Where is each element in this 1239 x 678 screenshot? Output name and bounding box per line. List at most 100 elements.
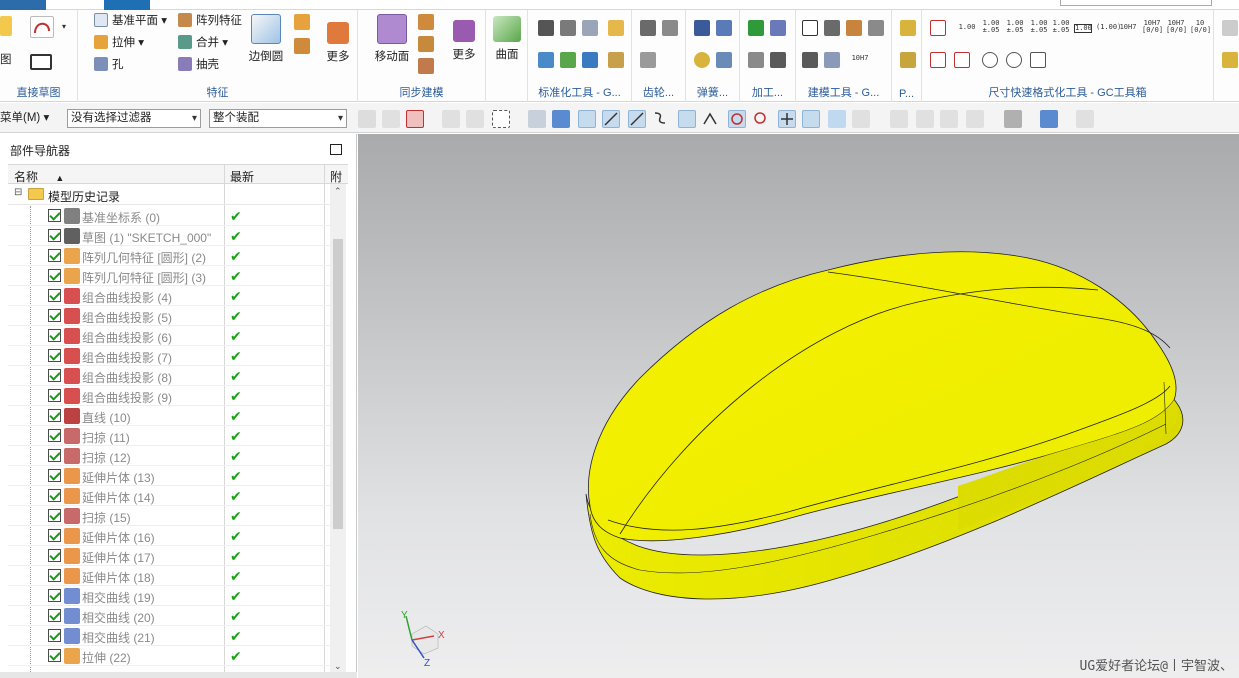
feature-visibility-checkbox[interactable] [48, 209, 61, 222]
table-tool-icon[interactable] [824, 20, 840, 36]
feature-visibility-checkbox[interactable] [48, 549, 61, 562]
dimension-format-icon[interactable] [930, 20, 946, 36]
copy-tool-icon[interactable] [868, 20, 884, 36]
sync-more-button[interactable]: 更多 [446, 20, 482, 62]
diameter-icon-2[interactable] [1006, 52, 1022, 68]
home-tab-active[interactable] [104, 0, 150, 10]
feature-visibility-checkbox[interactable] [48, 569, 61, 582]
feature-row[interactable]: 阵列几何特征 [圆形] (3) ✔ [8, 266, 330, 286]
feature-visibility-checkbox[interactable] [48, 449, 61, 462]
tag-tool-icon[interactable] [846, 20, 862, 36]
format-option[interactable]: 1.00 ±.05 [1030, 20, 1048, 34]
feature-row[interactable]: 草图 (1) "SKETCH_000" ✔ [8, 226, 330, 246]
format-option[interactable]: 1.00 [958, 24, 976, 31]
sketch-star-icon[interactable] [0, 16, 12, 36]
machining-view-icon[interactable] [770, 20, 786, 36]
machining-edit-icon[interactable] [770, 52, 786, 68]
feature-visibility-checkbox[interactable] [48, 609, 61, 622]
collapse-icon[interactable]: ⊟ [14, 187, 22, 198]
point-snap-icon[interactable] [578, 110, 596, 128]
command-search-box[interactable] [1060, 0, 1212, 6]
machining-check-icon[interactable] [748, 20, 764, 36]
feature-visibility-checkbox[interactable] [48, 529, 61, 542]
feature-row[interactable]: 延伸片体 (14) ✔ [8, 486, 330, 506]
format-option[interactable]: 10H7 [0/0] [1166, 20, 1187, 34]
chamfer-icon[interactable] [294, 14, 310, 30]
angle-icon[interactable] [954, 52, 970, 68]
unite-button[interactable]: 合并 ▾ [178, 33, 228, 53]
curve-point-icon[interactable] [652, 110, 670, 128]
feature-visibility-checkbox[interactable] [48, 289, 61, 302]
gear-edit-icon[interactable] [640, 52, 656, 68]
format-option[interactable]: 1.00 [1074, 24, 1092, 33]
feature-row[interactable]: 组合曲线投影 (5) ✔ [8, 306, 330, 326]
gear-build-icon[interactable] [640, 20, 656, 36]
format-option[interactable]: 1.00 ±.05 [982, 20, 1000, 34]
sketch-curve-icon[interactable] [30, 16, 54, 38]
import-tool-icon[interactable] [538, 52, 554, 68]
export-tool-icon[interactable] [560, 52, 576, 68]
navigator-scrollbar[interactable]: ⌃ ⌄ [330, 184, 346, 674]
feature-row[interactable]: 组合曲线投影 (9) ✔ [8, 386, 330, 406]
format-option[interactable]: 10 [0/0] [1190, 20, 1211, 34]
rectangle-select-icon[interactable] [492, 110, 510, 128]
display-mode-icon[interactable] [1040, 110, 1058, 128]
intersection-icon[interactable] [702, 110, 720, 128]
array-feature-button[interactable]: 阵列特征 [178, 11, 242, 31]
extrude-button[interactable]: 拉伸 ▾ [94, 33, 144, 53]
rotate-view-icon[interactable] [940, 110, 958, 128]
maximize-icon[interactable] [330, 144, 342, 155]
column-name[interactable]: 名称 ▲ [14, 168, 64, 185]
more-view-icon[interactable] [1076, 110, 1094, 128]
arc-center-icon[interactable] [728, 110, 746, 128]
surface-button[interactable]: 曲面 [490, 16, 524, 62]
feature-visibility-checkbox[interactable] [48, 269, 61, 282]
format-option[interactable]: 10H7 [0/0] [1142, 20, 1163, 34]
feature-visibility-checkbox[interactable] [48, 409, 61, 422]
feature-visibility-checkbox[interactable] [48, 629, 61, 642]
feature-visibility-checkbox[interactable] [48, 429, 61, 442]
format-option[interactable]: 1.00 ±.05 [1006, 20, 1024, 34]
feature-visibility-checkbox[interactable] [48, 509, 61, 522]
feature-row[interactable]: 延伸片体 (17) ✔ [8, 546, 330, 566]
feature-row[interactable]: 阵列几何特征 [圆形] (2) ✔ [8, 246, 330, 266]
feature-row[interactable]: 直线 (10) ✔ [8, 406, 330, 426]
rectangle-icon[interactable] [30, 54, 52, 70]
quadrant-icon[interactable] [752, 110, 770, 128]
feature-more-button[interactable]: 更多 [320, 22, 356, 64]
feature-row[interactable]: 拉伸 (22) ✔ [8, 646, 330, 666]
spring-washer-icon[interactable] [694, 52, 710, 68]
format-option[interactable]: 10H7 [1118, 24, 1138, 31]
feature-visibility-checkbox[interactable] [48, 329, 61, 342]
feature-row[interactable]: 组合曲线投影 (4) ✔ [8, 286, 330, 306]
body-icon[interactable] [552, 110, 570, 128]
feature-visibility-checkbox[interactable] [48, 309, 61, 322]
feature-visibility-checkbox[interactable] [48, 349, 61, 362]
filter-icon[interactable] [358, 110, 376, 128]
horizontal-scrollbar[interactable] [0, 672, 357, 678]
format-option[interactable]: 1.00 ±.05 [1052, 20, 1070, 34]
label-tool-icon[interactable] [608, 20, 624, 36]
pull-face-icon[interactable] [418, 14, 434, 30]
feature-row[interactable]: 延伸片体 (13) ✔ [8, 466, 330, 486]
offset-region-icon[interactable] [418, 36, 434, 52]
feature-row[interactable]: 组合曲线投影 (7) ✔ [8, 346, 330, 366]
scroll-up-icon[interactable]: ⌃ [334, 186, 342, 197]
fit-view-icon[interactable] [890, 110, 908, 128]
point-on-curve-icon[interactable] [802, 110, 820, 128]
feature-row[interactable]: 延伸片体 (16) ✔ [8, 526, 330, 546]
ribbon-overflow-icon[interactable] [1222, 20, 1238, 36]
existing-point-icon[interactable] [778, 110, 796, 128]
sort-ascending-icon[interactable]: ▲ [55, 173, 64, 183]
midpoint-icon[interactable] [628, 110, 646, 128]
tolerance-icon[interactable] [930, 52, 946, 68]
hole-button[interactable]: 孔 [94, 55, 124, 75]
filter-reset-icon[interactable] [382, 110, 400, 128]
p-tool-icon-1[interactable] [900, 20, 916, 36]
feature-row[interactable]: 基准坐标系 (0) ✔ [8, 206, 330, 226]
sketch-dropdown-icon[interactable]: ▾ [62, 22, 72, 32]
move-face-button[interactable]: 移动面 [370, 14, 414, 64]
feature-visibility-checkbox[interactable] [48, 389, 61, 402]
feature-row[interactable]: 扫掠 (11) ✔ [8, 426, 330, 446]
scroll-down-icon[interactable]: ⌄ [334, 661, 342, 672]
